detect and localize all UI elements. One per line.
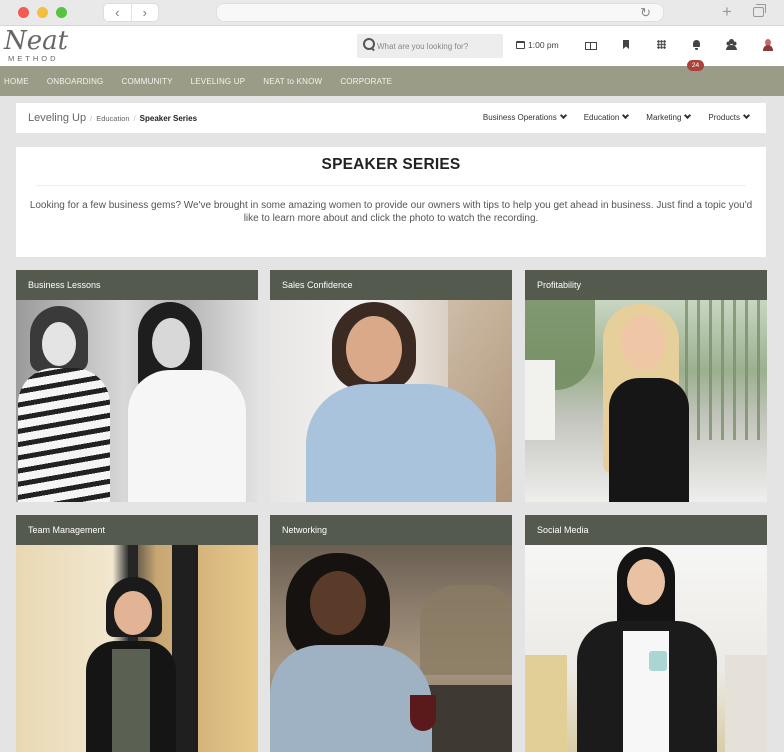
breadcrumb-bar: Leveling Up / Education / Speaker Series Bus… xyxy=(16,103,766,133)
card-networking[interactable]: Networking xyxy=(270,515,512,752)
breadcrumb-parent[interactable]: Education xyxy=(96,114,129,123)
intro-panel: SPEAKER SERIES Looking for a few busines… xyxy=(16,147,766,257)
minimize-window-dot[interactable] xyxy=(37,7,48,18)
clock: 1:00 pm xyxy=(516,40,559,50)
new-tab-button[interactable]: + xyxy=(722,2,732,22)
search-box xyxy=(357,34,503,58)
main-nav: HOME ONBOARDING COMMUNITY LEVELING UP NE… xyxy=(0,66,784,96)
speaker-photo[interactable] xyxy=(270,300,512,502)
card-business-lessons[interactable]: Business Lessons xyxy=(16,270,258,502)
book-icon[interactable] xyxy=(585,39,597,51)
apps-grid-icon[interactable] xyxy=(656,39,668,51)
maximize-window-dot[interactable] xyxy=(56,7,67,18)
title-divider xyxy=(36,185,746,186)
card-sales-confidence[interactable]: Sales Confidence xyxy=(270,270,512,502)
speaker-photo[interactable] xyxy=(270,545,512,752)
history-nav: ‹ › xyxy=(103,3,159,22)
category-menu: Business Operations Education Marketing … xyxy=(483,103,751,133)
reload-icon[interactable]: ↻ xyxy=(640,5,651,21)
card-title: Team Management xyxy=(16,515,258,545)
card-title: Social Media xyxy=(525,515,767,545)
breadcrumb-section[interactable]: Leveling Up xyxy=(28,112,86,124)
card-title: Sales Confidence xyxy=(270,270,512,300)
breadcrumb: Leveling Up / Education / Speaker Series xyxy=(28,112,198,124)
card-title: Networking xyxy=(270,515,512,545)
back-button[interactable]: ‹ xyxy=(104,4,131,21)
nav-neat-to-know[interactable]: NEAT to KNOW xyxy=(263,77,322,86)
nav-community[interactable]: COMMUNITY xyxy=(121,77,172,86)
logo-wordmark: Neat xyxy=(4,26,69,56)
bell-icon[interactable] xyxy=(691,39,703,51)
breadcrumb-current: Speaker Series xyxy=(139,114,198,123)
notification-badge: 24 xyxy=(687,60,704,71)
menu-products[interactable]: Products xyxy=(708,103,751,133)
intro-text: Looking for a few business gems? We've b… xyxy=(29,200,753,224)
page-title: SPEAKER SERIES xyxy=(321,156,461,173)
avatar[interactable] xyxy=(762,39,773,51)
site-header: Neat METHOD 1:00 pm xyxy=(0,26,784,66)
nav-corporate[interactable]: CORPORATE xyxy=(340,77,392,86)
bookmark-icon[interactable] xyxy=(621,39,633,51)
chevron-down-icon xyxy=(742,111,751,120)
chevron-down-icon xyxy=(559,111,567,120)
tabs-overview-icon[interactable] xyxy=(753,4,766,17)
speaker-photo[interactable] xyxy=(525,300,767,502)
forward-button[interactable]: › xyxy=(130,4,159,21)
calendar-icon xyxy=(516,41,525,49)
card-team-management[interactable]: Team Management xyxy=(16,515,258,752)
nav-home[interactable]: HOME xyxy=(4,77,29,86)
menu-business-operations[interactable]: Business Operations xyxy=(483,103,567,133)
community-icon[interactable] xyxy=(726,39,738,51)
menu-education[interactable]: Education xyxy=(584,103,630,133)
chevron-down-icon xyxy=(622,111,630,120)
clock-time: 1:00 pm xyxy=(528,40,559,50)
card-title: Profitability xyxy=(525,270,767,300)
search-input[interactable] xyxy=(377,37,497,55)
search-icon[interactable] xyxy=(363,38,375,50)
speaker-photo[interactable] xyxy=(16,545,258,752)
card-title: Business Lessons xyxy=(16,270,258,300)
speaker-photo[interactable] xyxy=(525,545,767,752)
speaker-photo[interactable] xyxy=(16,300,258,502)
nav-onboarding[interactable]: ONBOARDING xyxy=(47,77,104,86)
close-window-dot[interactable] xyxy=(18,7,29,18)
address-bar[interactable]: ↻ xyxy=(216,3,664,22)
card-social-media[interactable]: Social Media xyxy=(525,515,767,752)
browser-toolbar: ‹ › ↻ + xyxy=(0,0,784,26)
neat-method-logo[interactable]: Neat METHOD xyxy=(4,26,68,63)
chevron-down-icon xyxy=(684,111,692,120)
nav-leveling-up[interactable]: LEVELING UP xyxy=(191,77,246,86)
menu-marketing[interactable]: Marketing xyxy=(646,103,692,133)
card-profitability[interactable]: Profitability xyxy=(525,270,767,502)
